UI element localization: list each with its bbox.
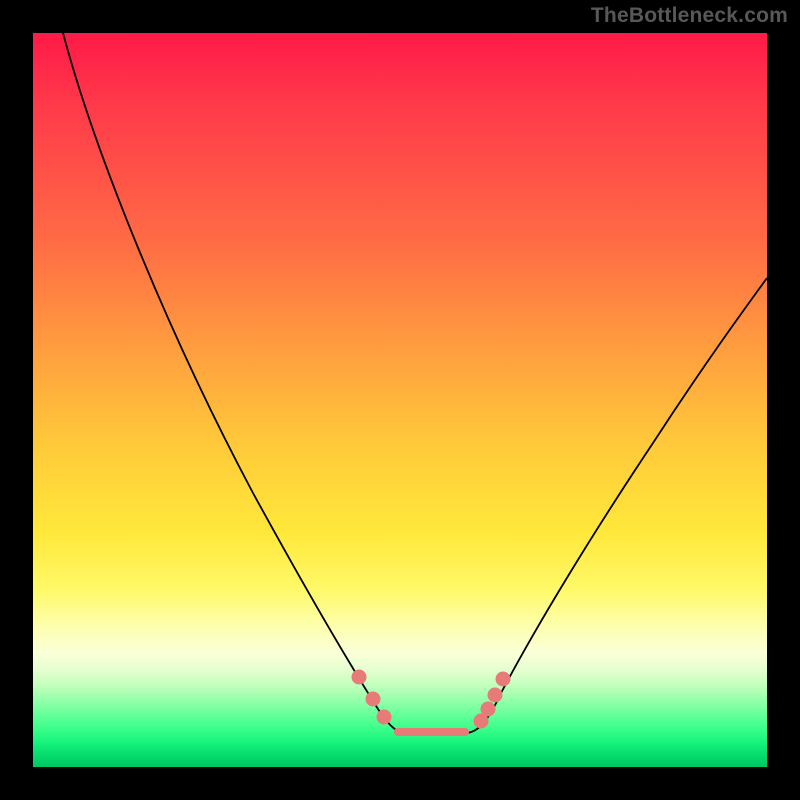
marker-dot bbox=[366, 692, 380, 706]
marker-dot bbox=[352, 670, 366, 684]
marker-dot bbox=[481, 702, 495, 716]
marker-dot bbox=[488, 688, 502, 702]
marker-dot bbox=[377, 710, 391, 724]
marker-dot bbox=[496, 672, 510, 686]
attribution-text: TheBottleneck.com bbox=[591, 4, 788, 28]
plot-area bbox=[33, 33, 767, 767]
curve-layer bbox=[33, 33, 767, 767]
curve-right bbox=[465, 278, 767, 733]
chart-frame: TheBottleneck.com bbox=[0, 0, 800, 800]
curve-left bbox=[63, 33, 405, 733]
